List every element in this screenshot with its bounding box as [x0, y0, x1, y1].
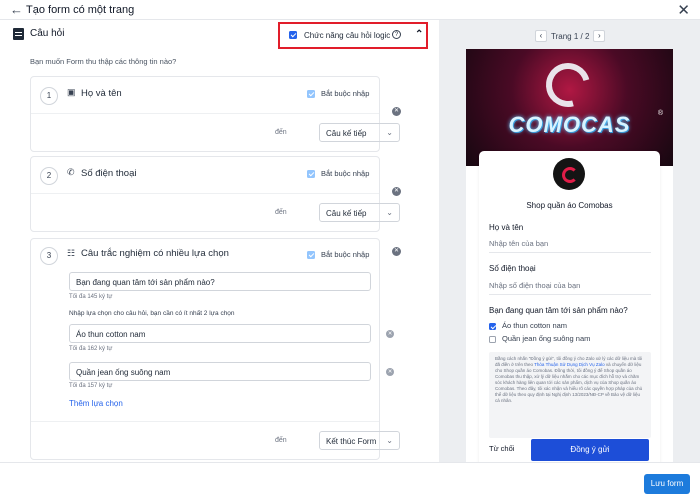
back-arrow-icon[interactable]: ← — [10, 3, 23, 16]
required-label: Bắt buộc nhập — [321, 250, 370, 259]
save-form-button[interactable]: Lưu form — [644, 474, 690, 494]
preview-form-card: Shop quần áo Comobas Họ và tên Nhập tên … — [479, 151, 660, 462]
question-card-3: 3 ☷ Câu trắc nghiệm có nhiều lựa chọn Bắ… — [30, 238, 400, 460]
preview-panel: ‹ Trang 1 / 2 › COMOCAS ® Shop quần áo Com… — [439, 20, 700, 462]
chevron-down-icon: ⌄ — [386, 208, 393, 217]
section-intro: Bạn muốn Form thu thập các thông tin nào… — [30, 57, 177, 66]
delete-question-icon[interactable]: ✕ — [392, 107, 401, 116]
consent-text: Bằng cách nhấn "Đồng ý gửi", tôi đồng ý … — [489, 352, 651, 438]
field-label: Họ và tên — [489, 223, 524, 232]
next-step-select[interactable]: Câu kế tiếp ⌄ — [319, 123, 400, 142]
option-label: Quần jean ống suông nam — [502, 334, 591, 343]
page-title: Tạo form có một trang — [26, 4, 135, 16]
chevron-down-icon: ⌄ — [386, 436, 393, 445]
form-preview: COMOCAS ® Shop quần áo Comobas Họ và tên… — [466, 49, 673, 462]
preview-option[interactable]: Quần jean ống suông nam — [489, 334, 590, 343]
agree-submit-button[interactable]: Đồng ý gửi — [531, 439, 649, 461]
section-title: Câu hỏi — [30, 28, 65, 39]
decline-button[interactable]: Từ chối — [489, 439, 521, 457]
help-icon[interactable]: ? — [392, 30, 401, 39]
chevron-up-icon[interactable]: ⌃ — [415, 29, 423, 40]
option-input[interactable]: Áo thun cotton nam — [69, 324, 371, 343]
required-checkbox[interactable] — [307, 90, 315, 99]
question-text-input[interactable]: Bạn đang quan tâm tới sản phẩm nào? — [69, 272, 371, 291]
delete-question-icon[interactable]: ✕ — [392, 187, 401, 196]
goto-label: đến — [275, 209, 287, 216]
option-label: Áo thun cotton nam — [502, 321, 568, 330]
footer-bar: Lưu form — [0, 462, 700, 503]
add-option-link[interactable]: Thêm lựa chọn — [69, 399, 123, 408]
question-label[interactable]: Câu trắc nghiệm có nhiều lựa chọn — [81, 248, 229, 259]
next-step-select[interactable]: Câu kế tiếp ⌄ — [319, 203, 400, 222]
required-label: Bắt buộc nhập — [321, 89, 370, 98]
logic-toggle-box: Chức năng câu hỏi logic ? ⌃ — [278, 22, 428, 49]
required-toggle[interactable]: Bắt buộc nhập — [307, 89, 370, 99]
option-input[interactable]: Quần jean ống suông nam — [69, 362, 371, 381]
remove-option-icon[interactable]: ✕ — [386, 368, 394, 376]
phone-icon: ✆ — [67, 167, 75, 177]
multiple-choice-icon: ☷ — [67, 248, 76, 258]
question-card-1: 1 ▣ Họ và tên Bắt buộc nhập đến Câu kế t… — [30, 76, 400, 152]
required-checkbox[interactable] — [307, 251, 315, 260]
page-pager: ‹ Trang 1 / 2 › — [535, 30, 606, 42]
divider — [31, 113, 379, 114]
next-step-select[interactable]: Kết thúc Form ⌄ — [319, 431, 400, 450]
consent-body: và chuyển dữ liệu cho Shop quần áo Comob… — [495, 362, 643, 403]
name-input[interactable]: Nhập tên của bạn — [489, 239, 651, 253]
next-step-value: Câu kế tiếp — [326, 209, 367, 218]
goto-label: đến — [275, 129, 287, 136]
field-label: Số điện thoại — [489, 264, 536, 273]
option-checkbox[interactable] — [489, 322, 496, 330]
question-label[interactable]: Họ và tên — [81, 88, 122, 99]
required-toggle[interactable]: Bắt buộc nhập — [307, 169, 370, 179]
char-limit-hint: Tối đa 157 ký tự — [69, 383, 113, 389]
top-bar: ← Tạo form có một trang ✕ — [0, 0, 700, 20]
shop-name: Shop quần áo Comobas — [526, 201, 613, 210]
remove-option-icon[interactable]: ✕ — [386, 330, 394, 338]
question-number: 3 — [40, 247, 58, 265]
goto-label: đến — [275, 437, 287, 444]
divider — [31, 193, 379, 194]
form-editor-panel: Câu hỏi Chức năng câu hỏi logic ? ⌃ Bạn … — [0, 20, 439, 462]
char-limit-hint: Tối đa 162 ký tự — [69, 346, 113, 352]
logic-label: Chức năng câu hỏi logic — [304, 31, 391, 40]
brand-name: COMOCAS — [508, 112, 631, 137]
prev-page-button[interactable]: ‹ — [535, 30, 547, 42]
delete-question-icon[interactable]: ✕ — [392, 247, 401, 256]
question-number: 2 — [40, 167, 58, 185]
chevron-down-icon: ⌄ — [386, 128, 393, 137]
next-step-value: Câu kế tiếp — [326, 129, 367, 138]
required-checkbox[interactable] — [307, 170, 315, 179]
page-indicator: Trang 1 / 2 — [551, 31, 590, 41]
registered-icon: ® — [657, 110, 663, 117]
document-icon — [13, 28, 24, 40]
terms-link[interactable]: Thỏa Thuận Sử Dụng Dịch Vụ Zalo — [534, 362, 604, 367]
question-number: 1 — [40, 87, 58, 105]
preview-option[interactable]: Áo thun cotton nam — [489, 321, 567, 330]
close-icon[interactable]: ✕ — [677, 1, 690, 19]
option-checkbox[interactable] — [489, 335, 496, 343]
next-step-value: Kết thúc Form — [326, 437, 377, 446]
question-card-2: 2 ✆ Số điện thoại Bắt buộc nhập đến Câu … — [30, 156, 400, 232]
required-toggle[interactable]: Bắt buộc nhập — [307, 250, 370, 260]
question-label[interactable]: Số điện thoại — [81, 168, 136, 179]
shop-avatar — [553, 158, 585, 190]
options-instruction: Nhập lựa chọn cho câu hỏi, bạn cần có ít… — [69, 310, 235, 317]
next-page-button[interactable]: › — [593, 30, 606, 42]
brand-banner: COMOCAS ® — [466, 49, 673, 166]
phone-input[interactable]: Nhập số điện thoại của bạn — [489, 281, 651, 295]
char-limit-hint: Tối đa 145 ký tự — [69, 294, 113, 300]
question-label: Bạn đang quan tâm tới sản phẩm nào? — [489, 306, 628, 315]
logic-checkbox[interactable] — [289, 31, 297, 39]
divider — [31, 421, 379, 422]
brand-logo-icon — [537, 54, 599, 116]
required-label: Bắt buộc nhập — [321, 169, 370, 178]
contact-card-icon: ▣ — [67, 87, 76, 97]
